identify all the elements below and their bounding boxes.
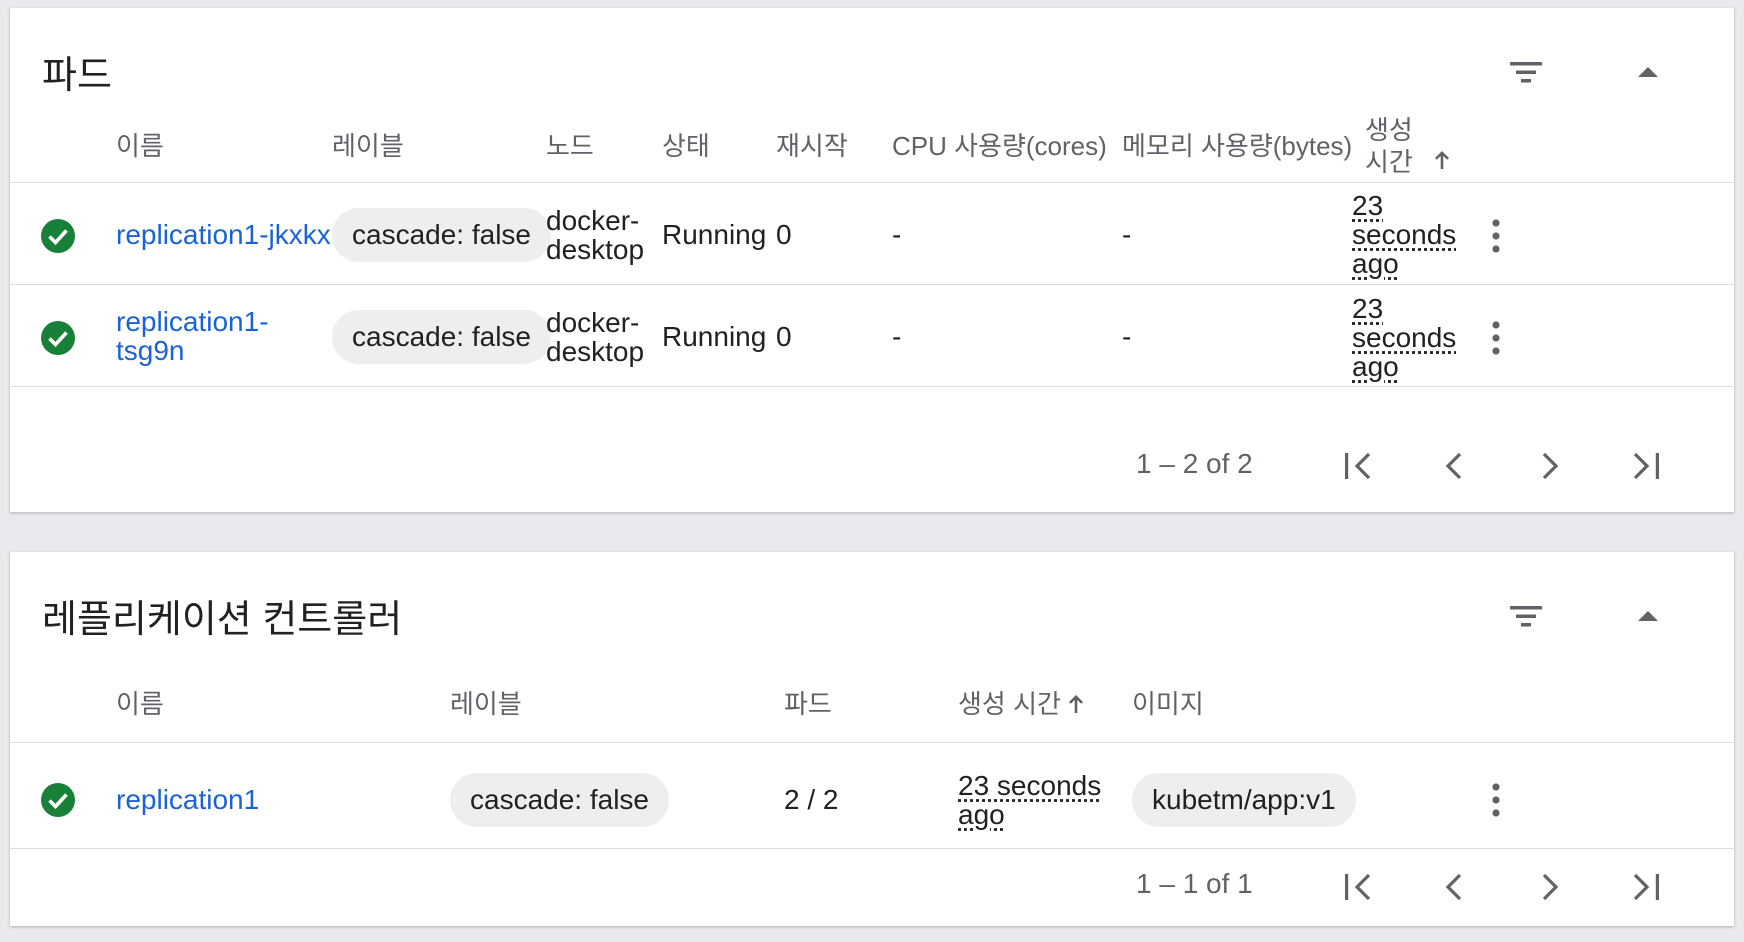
pod-name-link[interactable]: replication1-jkxkx bbox=[116, 219, 331, 251]
previous-page-icon[interactable] bbox=[1432, 444, 1476, 488]
column-header-node[interactable]: 노드 bbox=[546, 130, 594, 162]
next-page-icon[interactable] bbox=[1528, 865, 1572, 909]
pod-cpu: - bbox=[892, 321, 902, 352]
column-header-cpu: CPU 사용량(cores) bbox=[892, 131, 1107, 161]
column-header-pods: 파드 bbox=[784, 689, 832, 719]
pod-node-line2: desktop bbox=[546, 336, 645, 367]
pods-count: 2 / 2 bbox=[784, 784, 839, 815]
filter-icon[interactable] bbox=[1506, 596, 1546, 636]
column-header-status[interactable]: 상태 bbox=[662, 130, 710, 162]
pod-memory: - bbox=[1122, 321, 1132, 352]
created-line2: ago bbox=[958, 799, 1005, 830]
replication-controller-name-link[interactable]: replication1 bbox=[116, 784, 259, 816]
pod-memory: - bbox=[1122, 219, 1132, 250]
pod-status: Running bbox=[662, 321, 767, 352]
pods-card: 파드 이름 레이블 노드 상태 재시작 CPU 사용량(cores) 메모리 사… bbox=[10, 8, 1734, 512]
first-page-icon[interactable] bbox=[1336, 865, 1380, 909]
column-header-images: 이미지 bbox=[1132, 689, 1204, 719]
pod-created-line1: 23 bbox=[1352, 293, 1384, 324]
column-header-labels: 레이블 bbox=[332, 131, 404, 161]
pod-restarts: 0 bbox=[776, 219, 792, 250]
pods-card-title: 파드 bbox=[42, 55, 112, 97]
pod-created-line2: seconds bbox=[1352, 322, 1457, 353]
row-divider bbox=[10, 284, 1734, 285]
pagination-range: 1 – 2 of 2 bbox=[1136, 448, 1253, 479]
column-header-name[interactable]: 이름 bbox=[116, 130, 164, 162]
column-header-memory: 메모리 사용량(bytes) bbox=[1122, 131, 1353, 161]
status-ok-icon bbox=[41, 321, 75, 355]
previous-page-icon[interactable] bbox=[1432, 865, 1476, 909]
more-vert-icon[interactable] bbox=[1476, 214, 1516, 258]
created-line1: 23 seconds bbox=[958, 770, 1102, 801]
pod-created-line1: 23 bbox=[1352, 190, 1384, 221]
pod-created-line3: ago bbox=[1352, 248, 1399, 279]
column-header-labels: 레이블 bbox=[450, 689, 522, 719]
pod-node-line1: docker- bbox=[546, 307, 640, 338]
column-header-restarts[interactable]: 재시작 bbox=[776, 130, 848, 162]
label-chip: cascade: false bbox=[332, 208, 551, 262]
next-page-icon[interactable] bbox=[1528, 444, 1572, 488]
pod-restarts: 0 bbox=[776, 321, 792, 352]
pod-name-link-line2[interactable]: tsg9n bbox=[116, 335, 185, 367]
pod-created-line3: ago bbox=[1352, 351, 1399, 382]
pod-created-line2: seconds bbox=[1352, 219, 1457, 250]
first-page-icon[interactable] bbox=[1336, 444, 1380, 488]
replication-controllers-card-title: 레플리케이션 컨트롤러 bbox=[42, 599, 403, 641]
sort-ascending-icon[interactable] bbox=[1064, 692, 1088, 716]
replication-controllers-card: 레플리케이션 컨트롤러 이름 레이블 파드 생성 시간 이미지 replicat… bbox=[10, 552, 1734, 926]
label-chip: cascade: false bbox=[332, 310, 551, 364]
filter-icon[interactable] bbox=[1506, 52, 1546, 92]
last-page-icon[interactable] bbox=[1624, 444, 1668, 488]
column-header-created[interactable]: 생성 시간 bbox=[958, 688, 1061, 720]
collapse-up-icon[interactable] bbox=[1634, 602, 1662, 630]
row-divider bbox=[10, 386, 1734, 387]
pod-status: Running bbox=[662, 219, 767, 250]
collapse-up-icon[interactable] bbox=[1634, 58, 1662, 86]
pagination-range: 1 – 1 of 1 bbox=[1136, 868, 1253, 899]
status-ok-icon bbox=[41, 219, 75, 253]
image-chip: kubetm/app:v1 bbox=[1132, 773, 1356, 827]
column-header-created-line2[interactable]: 시간 bbox=[1365, 146, 1413, 178]
header-divider bbox=[10, 742, 1734, 743]
row-divider bbox=[10, 848, 1734, 849]
pod-node-line1: docker- bbox=[546, 205, 640, 236]
last-page-icon[interactable] bbox=[1624, 865, 1668, 909]
more-vert-icon[interactable] bbox=[1476, 778, 1516, 822]
column-header-created-line1[interactable]: 생성 bbox=[1365, 114, 1413, 146]
pod-node-line2: desktop bbox=[546, 234, 645, 265]
label-chip: cascade: false bbox=[450, 773, 669, 827]
sort-ascending-icon[interactable] bbox=[1430, 148, 1454, 172]
status-ok-icon bbox=[41, 783, 75, 817]
pod-cpu: - bbox=[892, 219, 902, 250]
more-vert-icon[interactable] bbox=[1476, 316, 1516, 360]
header-divider bbox=[10, 182, 1734, 183]
pod-name-link[interactable]: replication1- bbox=[116, 306, 269, 338]
column-header-name[interactable]: 이름 bbox=[116, 688, 164, 720]
